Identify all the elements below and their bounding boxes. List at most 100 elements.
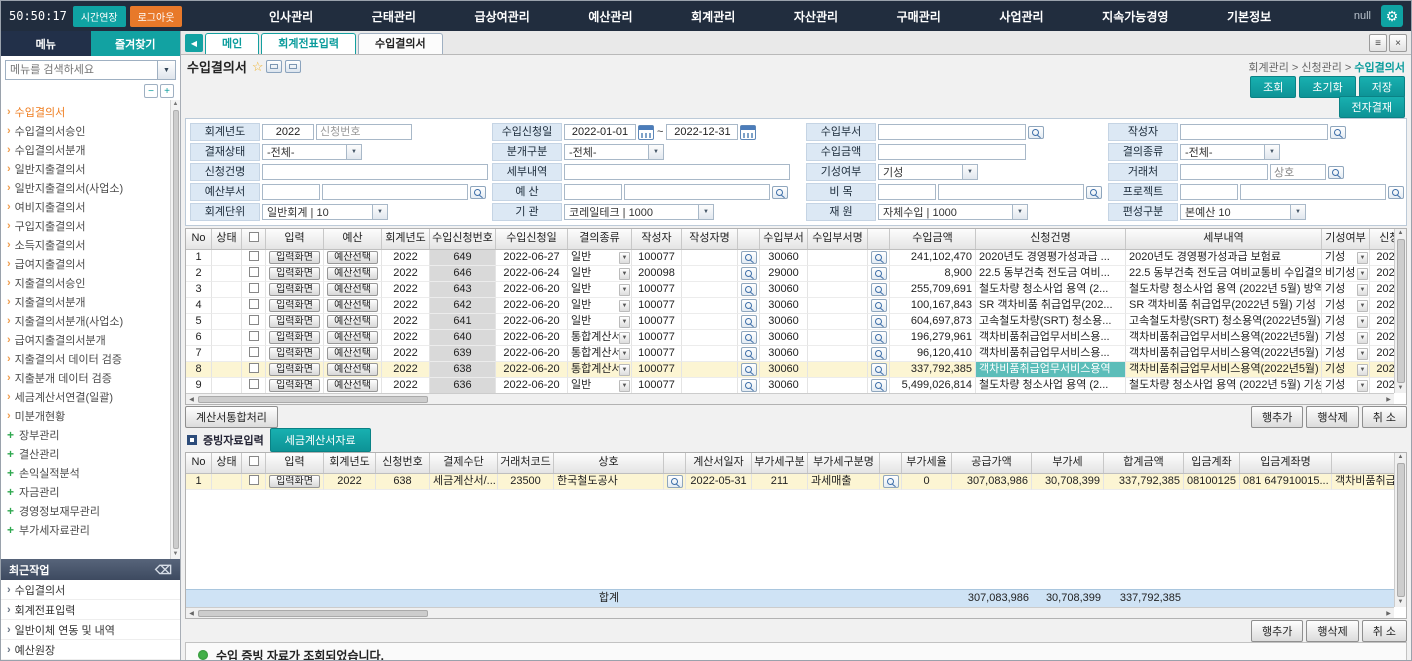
table-row[interactable]: 9입력화면예산선택20226362022-06-20일반▼10007730060… <box>186 378 1394 393</box>
search-icon[interactable] <box>883 475 899 488</box>
budget-select-button[interactable]: 예산선택 <box>327 347 378 360</box>
decision-kind-cell[interactable]: 일반▼ <box>568 378 632 393</box>
request-no-input[interactable] <box>316 124 412 140</box>
decision-kind-cell[interactable]: 일반▼ <box>568 314 632 330</box>
horizontal-scrollbar[interactable]: ◀▶ <box>186 607 1394 618</box>
decision-kind-cell[interactable]: 일반▼ <box>568 266 632 282</box>
writer-input[interactable] <box>1180 124 1328 140</box>
budget-button-cell[interactable]: 예산선택 <box>324 346 382 362</box>
completion-cell[interactable]: 기성▼ <box>1322 282 1370 298</box>
fund-source-select[interactable]: 자체수입 | 1000▼ <box>878 204 1028 220</box>
table-row[interactable]: 6입력화면예산선택20226402022-06-20통합계산서▼10007730… <box>186 330 1394 346</box>
sidebar-item[interactable]: ›급여지출결의서 <box>7 254 170 273</box>
budget-code-input[interactable] <box>564 184 622 200</box>
completion-cell[interactable]: 기성▼ <box>1322 362 1370 378</box>
checkbox-cell[interactable] <box>242 346 266 362</box>
top-menu-item[interactable]: 예산관리 <box>588 8 632 25</box>
sidebar-group[interactable]: +결산관리 <box>7 444 170 463</box>
vertical-scrollbar[interactable]: ▲▼ <box>1394 453 1406 607</box>
memo-cell[interactable]: 객차비품취급업무서비스용... <box>1332 474 1394 490</box>
calendar-icon[interactable] <box>740 125 756 140</box>
top-menu-item[interactable]: 지속가능경영 <box>1102 8 1168 25</box>
completion-cell[interactable]: 기성▼ <box>1322 314 1370 330</box>
sidebar-item[interactable]: ›미분개현황 <box>7 406 170 425</box>
search-cell[interactable] <box>738 362 760 378</box>
decision-kind-cell[interactable]: 일반▼ <box>568 250 632 266</box>
sidebar-item[interactable]: ›세금계산서연결(일괄) <box>7 387 170 406</box>
budget-select-button[interactable]: 예산선택 <box>327 379 378 392</box>
search-cell[interactable] <box>738 266 760 282</box>
customer-input[interactable] <box>1180 164 1268 180</box>
calendar-icon[interactable] <box>638 125 654 140</box>
scroll-down-icon[interactable]: ▼ <box>1398 598 1404 607</box>
dropdown-arrow-icon[interactable]: ▼ <box>619 348 630 360</box>
decision-kind-cell[interactable]: 일반▼ <box>568 298 632 314</box>
dropdown-arrow-icon[interactable]: ▼ <box>1357 364 1368 376</box>
completion-cell[interactable]: 기성▼ <box>1322 298 1370 314</box>
input-screen-button[interactable]: 입력화면 <box>269 251 320 264</box>
search-cell[interactable] <box>868 250 890 266</box>
dropdown-arrow-icon[interactable]: ▼ <box>619 380 630 392</box>
sidebar-item[interactable]: ›지출결의서분개 <box>7 292 170 311</box>
scroll-thumb[interactable] <box>198 610 428 617</box>
search-icon[interactable] <box>1388 186 1404 199</box>
input-button-cell[interactable]: 입력화면 <box>266 378 324 393</box>
dropdown-arrow-icon[interactable]: ▼ <box>619 364 630 376</box>
search-icon[interactable] <box>741 379 757 392</box>
table-row[interactable]: 2입력화면예산선택20226462022-06-24일반▼20009829000… <box>186 266 1394 282</box>
budget-button-cell[interactable]: 예산선택 <box>324 266 382 282</box>
search-icon[interactable] <box>741 267 757 280</box>
search-icon[interactable] <box>741 363 757 376</box>
budget-button-cell[interactable]: 예산선택 <box>324 314 382 330</box>
top-menu-item[interactable]: 회계관리 <box>691 8 735 25</box>
add-row-button[interactable]: 행추가 <box>1251 406 1303 428</box>
recent-item[interactable]: ›일반이체 연동 및 내역 <box>1 620 180 640</box>
budget-select-button[interactable]: 예산선택 <box>327 363 378 376</box>
table-row[interactable]: 4입력화면예산선택20226422022-06-20일반▼10007730060… <box>186 298 1394 314</box>
input-screen-button[interactable]: 입력화면 <box>269 379 320 392</box>
row-checkbox[interactable] <box>249 267 259 277</box>
search-icon[interactable] <box>871 251 887 264</box>
scroll-right-icon[interactable]: ▶ <box>1383 610 1394 617</box>
search-icon[interactable] <box>871 283 887 296</box>
income-dept-input[interactable] <box>878 124 1026 140</box>
search-cell[interactable] <box>868 298 890 314</box>
input-screen-button[interactable]: 입력화면 <box>269 299 320 312</box>
completion-cell[interactable]: 기성▼ <box>1322 346 1370 362</box>
dropdown-arrow-icon[interactable]: ▼ <box>619 300 630 312</box>
checkbox-cell[interactable] <box>242 298 266 314</box>
table-row[interactable]: 1입력화면예산선택20226492022-06-27일반▼10007730060… <box>186 250 1394 266</box>
completion-select[interactable]: 기성▼ <box>878 164 978 180</box>
search-cell[interactable] <box>738 378 760 393</box>
search-icon[interactable] <box>741 251 757 264</box>
search-icon[interactable] <box>470 186 486 199</box>
sidebar-tab-favorites[interactable]: 즐겨찾기 <box>91 31 181 56</box>
input-screen-button[interactable]: 입력화면 <box>269 363 320 376</box>
input-button-cell[interactable]: 입력화면 <box>266 250 324 266</box>
search-cell[interactable] <box>738 250 760 266</box>
input-button-cell[interactable]: 입력화면 <box>266 346 324 362</box>
search-icon[interactable] <box>871 379 887 392</box>
approval-state-select[interactable]: -전체-▼ <box>262 144 362 160</box>
recent-item[interactable]: ›예산원장 <box>1 640 180 660</box>
completion-cell[interactable]: 기성▼ <box>1322 378 1370 393</box>
income-amount-input[interactable] <box>878 144 1026 160</box>
sidebar-group[interactable]: +자금관리 <box>7 482 170 501</box>
dropdown-arrow-icon[interactable]: ▼ <box>157 61 175 79</box>
input-button-cell[interactable]: 입력화면 <box>266 330 324 346</box>
detail-input[interactable] <box>564 164 790 180</box>
budget-button-cell[interactable]: 예산선택 <box>324 330 382 346</box>
tab-close-icon[interactable]: × <box>1389 34 1407 52</box>
search-icon[interactable] <box>871 347 887 360</box>
menu-search-input[interactable] <box>6 61 157 79</box>
recent-item[interactable]: ›수입결의서 <box>1 580 180 600</box>
scroll-right-icon[interactable]: ▶ <box>1383 396 1394 403</box>
sidebar-item[interactable]: ›수입결의서 <box>7 102 170 121</box>
search-cell[interactable] <box>868 282 890 298</box>
expense-item-code-input[interactable] <box>878 184 936 200</box>
new-window-icon[interactable] <box>285 60 301 73</box>
dropdown-arrow-icon[interactable]: ▼ <box>1357 252 1368 264</box>
search-icon[interactable] <box>871 299 887 312</box>
dropdown-arrow-icon[interactable]: ▼ <box>619 284 630 296</box>
settings-gear-icon[interactable]: ⚙ <box>1381 5 1403 27</box>
